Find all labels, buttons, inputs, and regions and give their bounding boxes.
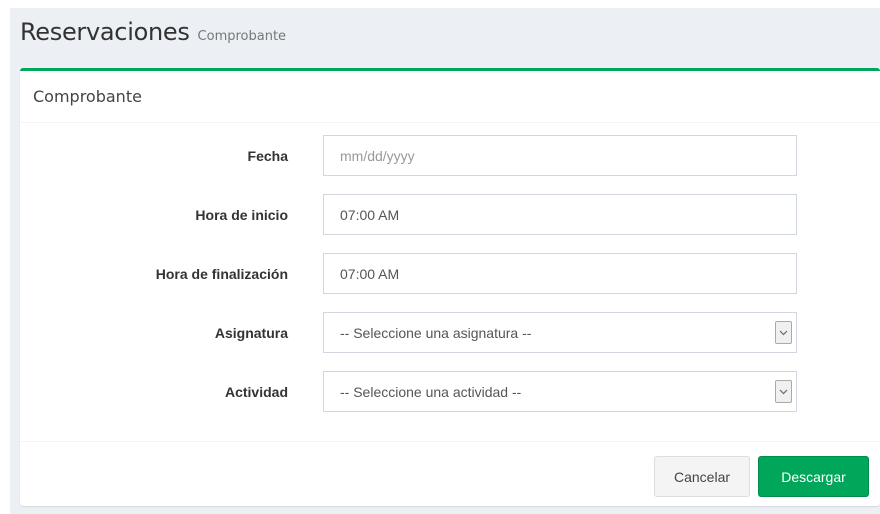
download-button[interactable]: Descargar [758,456,869,497]
fecha-label: Fecha [247,147,288,164]
cancel-button[interactable]: Cancelar [654,456,750,497]
form-row-actividad: Actividad -- Seleccione una actividad -- [20,371,880,412]
chevron-down-icon[interactable] [775,380,792,403]
page-title: Reservaciones [20,18,190,46]
actividad-label: Actividad [224,383,288,400]
voucher-box: Comprobante Fecha mm/dd/yyyy Hora de ini… [20,68,880,506]
actividad-selected-value: -- Seleccione una actividad -- [340,383,522,400]
form-row-fecha: Fecha mm/dd/yyyy [20,135,880,176]
hora-fin-input[interactable]: 07:00 AM [323,253,797,294]
page-subtitle: Comprobante [197,29,287,44]
box-footer: Cancelar Descargar [20,441,880,509]
chevron-down-icon[interactable] [775,321,792,344]
box-header: Comprobante [20,71,880,123]
hora-inicio-input[interactable]: 07:00 AM [323,194,797,235]
asignatura-label: Asignatura [214,324,288,341]
hora-inicio-label: Hora de inicio [195,206,288,223]
actividad-select[interactable]: -- Seleccione una actividad -- [323,371,797,412]
form-row-asignatura: Asignatura -- Seleccione una asignatura … [20,312,880,353]
form-row-hora-fin: Hora de finalización 07:00 AM [20,253,880,294]
box-title: Comprobante [33,87,142,106]
form-row-hora-inicio: Hora de inicio 07:00 AM [20,194,880,235]
page-header: Reservaciones Comprobante [20,18,286,54]
asignatura-selected-value: -- Seleccione una asignatura -- [340,324,532,341]
asignatura-select[interactable]: -- Seleccione una asignatura -- [323,312,797,353]
hora-fin-label: Hora de finalización [155,265,288,282]
fecha-input[interactable]: mm/dd/yyyy [323,135,797,176]
